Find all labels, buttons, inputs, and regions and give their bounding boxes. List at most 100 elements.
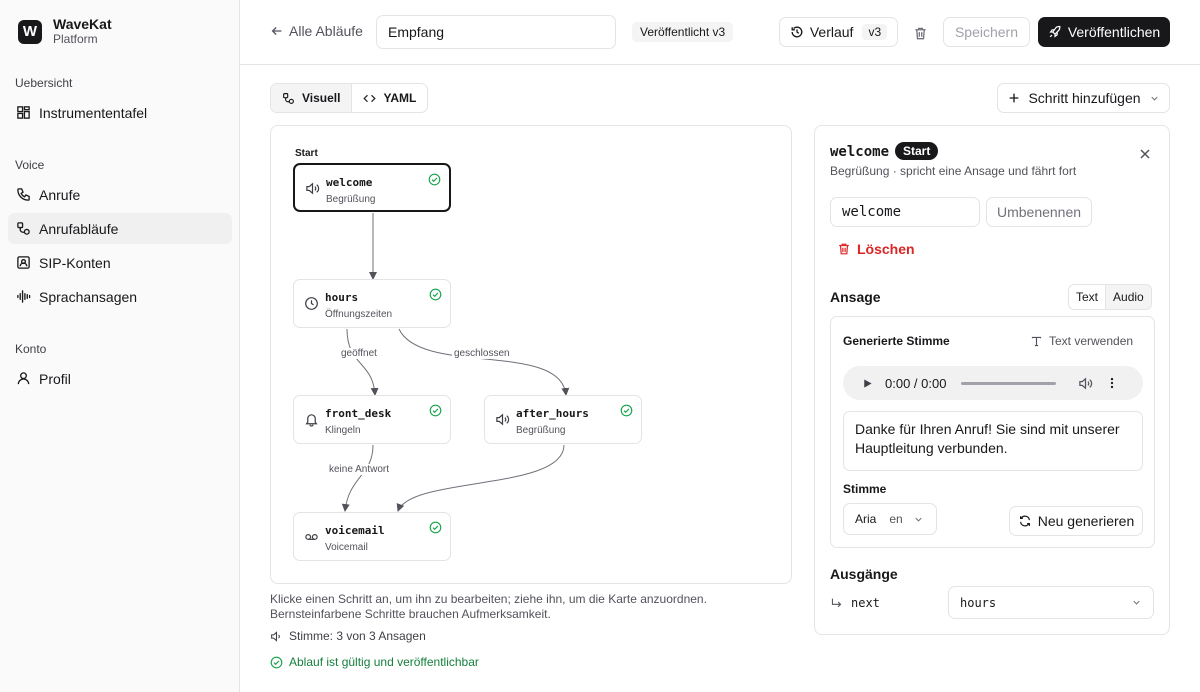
generated-voice-title: Generierte Stimme [843,334,950,348]
audio-wave-icon [17,290,31,303]
audio-time: 0:00 / 0:00 [885,375,947,391]
mode-audio[interactable]: Audio [1105,285,1151,309]
nav-section-voice: Voice [15,158,45,172]
flow-node-hours[interactable]: hours Öffnungszeiten [293,279,451,328]
edge-label-no-answer: keine Antwort [327,464,392,475]
announcement-mode-toggle: Text Audio [1068,284,1152,310]
speaker-icon [271,630,280,642]
step-description: Begrüßung · spricht eine Ansage und fähr… [830,164,1077,178]
edge-after-hours-voicemail [396,444,565,512]
sidebar-item-call-flows[interactable]: Anrufabläufe [8,213,232,244]
volume-icon[interactable] [1078,376,1093,391]
nav-section-overview: Uebersicht [15,76,73,90]
prompt-textarea[interactable]: Danke für Ihren Anruf! Sie sind mit unse… [843,411,1143,471]
refresh-icon [1019,515,1030,527]
flow-node-voicemail[interactable]: voicemail Voicemail [293,512,451,561]
close-icon [1140,149,1150,159]
chevron-down-icon [1133,600,1140,605]
plus-icon [1010,93,1019,103]
exit-target-select[interactable]: hours [948,586,1154,619]
sidebar: W WaveKat Platform Uebersicht Instrument… [0,0,240,692]
back-link[interactable]: Alle Abläufe [270,23,363,39]
use-text-button[interactable]: Text verwenden [1030,334,1133,348]
sidebar-item-voice-prompts[interactable]: Sprachansagen [8,281,232,312]
brand[interactable]: W WaveKat Platform [18,16,112,47]
delete-flow-button[interactable] [910,23,930,43]
voicemail-icon [305,534,318,540]
text-icon [1031,336,1042,346]
announcement-title: Ansage [830,289,881,305]
nav-section-account: Konto [15,342,47,356]
tab-visual[interactable]: Visuell [271,84,353,112]
status-badge: Veröffentlicht v3 [632,22,734,42]
trash-icon [914,27,926,39]
sidebar-item-sip-accounts[interactable]: SIP-Konten [8,247,232,278]
save-button[interactable]: Speichern [943,17,1030,47]
sidebar-item-dashboard[interactable]: Instrumententafel [8,97,232,128]
voice-select[interactable]: Aria en [843,503,937,535]
regenerate-button[interactable]: Neu generieren [1009,506,1143,536]
sidebar-item-label: Instrumententafel [39,104,148,121]
audio-progress-bar[interactable] [961,381,1057,385]
flow-node-front-desk[interactable]: front_desk Klingeln [293,395,451,444]
sidebar-item-profile[interactable]: Profil [8,363,232,394]
validation-status: Ablauf ist gültig und veröffentlichbar [270,655,479,669]
step-id-title: welcome [830,144,890,160]
flow-canvas[interactable]: Start welcome Begrüßung hours Öffnungsze… [270,125,792,584]
brand-logo: W [18,19,42,44]
sidebar-item-label: SIP-Konten [39,254,111,271]
chevron-down-icon [915,517,922,522]
audio-player: 0:00 / 0:00 [843,366,1143,400]
play-icon[interactable] [861,377,874,390]
clock-icon [305,297,318,310]
edge-front-desk-voicemail [341,444,374,512]
exits-title: Ausgänge [830,566,898,582]
start-label: Start [295,148,318,159]
user-icon [17,372,30,385]
flow-node-after-hours[interactable]: after_hours Begrüßung [484,395,642,444]
chevron-down-icon [1150,96,1158,101]
exit-target: hours [960,595,997,610]
brand-name: WaveKat [53,16,112,32]
flow-name-input[interactable] [376,15,616,49]
canvas-hint: Klicke einen Schritt an, um ihn zu bearb… [270,592,707,621]
check-circle-icon [620,404,633,417]
edge-label-open: geöffnet [339,348,379,359]
rename-button[interactable]: Umbenennen [986,197,1092,227]
voice-name: Aria [855,512,877,526]
sidebar-item-label: Anrufabläufe [39,220,119,237]
edge-hours-front-desk [346,328,379,396]
flow-icon [283,92,294,104]
grid-icon [17,106,30,119]
publish-button[interactable]: Veröffentlichen [1038,17,1170,47]
mode-text[interactable]: Text [1069,285,1105,309]
voice-label: Stimme [843,482,887,496]
check-circle-icon [428,173,441,186]
add-step-button[interactable]: Schritt hinzufügen [997,83,1170,113]
flow-node-welcome[interactable]: welcome Begrüßung [293,163,451,212]
rocket-icon [1049,25,1061,38]
flow-icon [17,222,30,235]
view-mode-toggle: Visuell YAML [270,83,429,113]
sidebar-item-calls[interactable]: Anrufe [8,179,232,210]
header: Alle Abläufe Veröffentlicht v3 Verlauf v… [240,0,1200,65]
trash-icon [839,243,849,255]
sidebar-item-label: Anrufe [39,186,81,203]
exit-name: next [851,596,880,610]
phone-icon [17,188,30,201]
delete-step-button[interactable]: Löschen [837,241,915,257]
more-vertical-icon[interactable] [1105,376,1119,390]
history-button[interactable]: Verlauf v3 [779,17,898,47]
close-panel-button[interactable] [1137,146,1153,162]
start-badge: Start [895,142,939,160]
tab-yaml[interactable]: YAML [352,84,427,112]
check-circle-icon [270,656,283,668]
speaker-icon [306,182,320,195]
arrow-left-icon [271,27,282,35]
rename-input[interactable]: welcome [830,197,980,227]
corner-down-right-icon [831,598,842,607]
exit-row: next [830,596,880,610]
sidebar-item-label: Profil [39,370,71,387]
brand-subtitle: Platform [53,32,98,46]
step-detail-panel: welcome Start Begrüßung · spricht eine A… [814,125,1170,635]
